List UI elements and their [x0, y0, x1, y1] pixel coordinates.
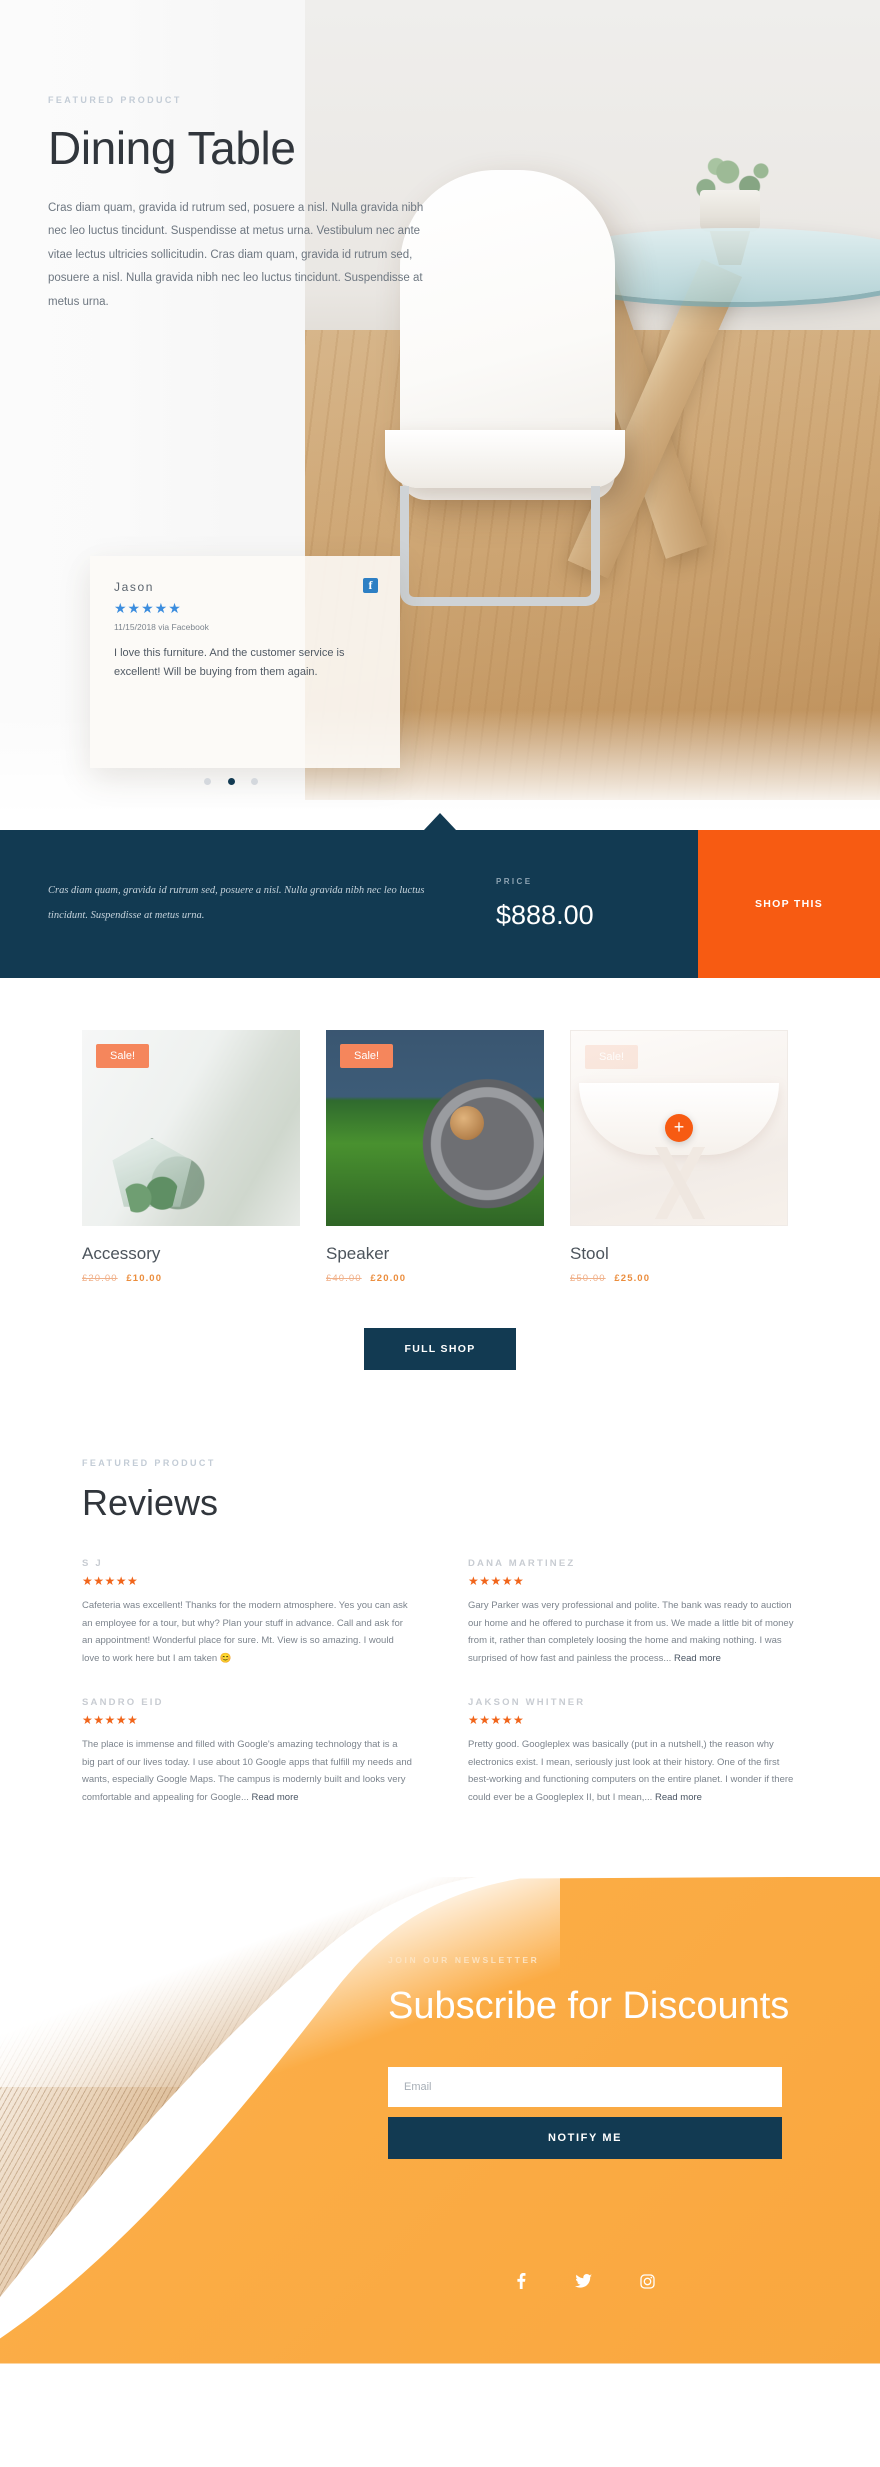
read-more-link[interactable]: Read more	[655, 1792, 702, 1803]
reviews-section: FEATURED PRODUCT Reviews S J ★★★★★ Cafet…	[0, 1370, 880, 1877]
carousel-dot-3[interactable]	[250, 778, 258, 785]
product-new-price: £20.00	[370, 1273, 407, 1284]
products-section: Sale! Accessory £20.00 £10.00 Sale! Spea…	[0, 978, 880, 1370]
price-bar: Cras diam quam, gravida id rutrum sed, p…	[0, 813, 880, 978]
product-old-price: £50.00	[570, 1273, 606, 1284]
review-rating: ★★★★★	[468, 1713, 525, 1728]
sale-badge: Sale!	[96, 1044, 150, 1068]
notify-me-button[interactable]: NOTIFY ME	[388, 2116, 782, 2159]
plus-icon[interactable]: +	[665, 1114, 693, 1142]
review-body: The place is immense and filled with Goo…	[82, 1739, 412, 1803]
price-value: $888.00	[496, 900, 594, 930]
full-shop-button[interactable]: FULL SHOP	[364, 1328, 516, 1370]
review-text: The place is immense and filled with Goo…	[82, 1736, 412, 1806]
product-card-speaker[interactable]: Sale! Speaker £40.00 £20.00	[326, 1030, 544, 1284]
review-body: Pretty good. Googleplex was basically (p…	[468, 1739, 794, 1803]
price-bar-arrow	[424, 813, 456, 830]
hero-description: Cras diam quam, gravida id rutrum sed, p…	[48, 201, 424, 308]
product-card-stool[interactable]: Sale! + Stool £50.00 £25.00	[570, 1030, 788, 1284]
review-text: Gary Parker was very professional and po…	[468, 1597, 798, 1667]
facebook-icon: f	[363, 578, 378, 593]
product-price: £40.00 £20.00	[326, 1273, 544, 1284]
reviews-title: Reviews	[82, 1482, 219, 1523]
product-title: Accessory	[82, 1244, 161, 1263]
reviews-grid: S J ★★★★★ Cafeteria was excellent! Thank…	[82, 1558, 798, 1807]
product-image-accessory: Sale!	[82, 1030, 300, 1226]
testimonial-card: f Jason ★★★★★ 11/15/2018 via Facebook I …	[90, 556, 400, 768]
price-label: PRICE	[496, 877, 533, 886]
product-old-price: £20.00	[82, 1273, 118, 1284]
product-title: Speaker	[326, 1244, 390, 1263]
newsletter-content: JOIN OUR NEWSLETTER Subscribe for Discou…	[388, 1955, 808, 2159]
review-item: JAKSON WHITNER ★★★★★ Pretty good. Google…	[468, 1697, 798, 1806]
product-image-stool: Sale! +	[570, 1030, 788, 1226]
review-item: DANA MARTINEZ ★★★★★ Gary Parker was very…	[468, 1558, 798, 1667]
product-card-accessory[interactable]: Sale! Accessory £20.00 £10.00	[82, 1030, 300, 1284]
review-rating: ★★★★★	[82, 1713, 139, 1728]
carousel-dots	[56, 772, 406, 790]
review-author: S J	[82, 1558, 103, 1569]
newsletter-eyebrow: JOIN OUR NEWSLETTER	[388, 1954, 540, 1965]
twitter-icon[interactable]	[575, 2274, 592, 2288]
price-block: PRICE $888.00	[460, 877, 698, 931]
review-body: Cafeteria was excellent! Thanks for the …	[82, 1600, 408, 1664]
speaker-cone	[450, 1106, 484, 1140]
hero-eyebrow: FEATURED PRODUCT	[48, 95, 182, 105]
page-title: Dining Table	[48, 122, 296, 174]
testimonial-carousel: f Jason ★★★★★ 11/15/2018 via Facebook I …	[56, 520, 406, 785]
read-more-link[interactable]: Read more	[674, 1653, 721, 1664]
stool-legs	[599, 1147, 761, 1219]
product-new-price: £10.00	[126, 1273, 163, 1284]
full-shop-wrapper: FULL SHOP	[0, 1284, 880, 1370]
newsletter-title: Subscribe for Discounts	[388, 1984, 790, 2027]
email-field[interactable]	[388, 2066, 782, 2107]
product-price: £50.00 £25.00	[570, 1273, 788, 1284]
instagram-icon[interactable]	[640, 2274, 656, 2289]
review-text: Cafeteria was excellent! Thanks for the …	[82, 1597, 412, 1667]
sale-badge: Sale!	[340, 1044, 394, 1068]
review-text: Pretty good. Googleplex was basically (p…	[468, 1736, 798, 1806]
reviews-eyebrow: FEATURED PRODUCT	[82, 1458, 216, 1468]
product-title: Stool	[570, 1244, 609, 1263]
product-old-price: £40.00	[326, 1273, 362, 1284]
review-body: Gary Parker was very professional and po…	[468, 1600, 794, 1664]
social-links	[388, 2273, 782, 2291]
terrarium-plants	[121, 1174, 181, 1214]
shop-this-button[interactable]: SHOP THIS	[698, 830, 880, 978]
review-rating: ★★★★★	[82, 1574, 139, 1588]
price-bar-description: Cras diam quam, gravida id rutrum sed, p…	[48, 885, 425, 921]
facebook-icon[interactable]	[515, 2273, 527, 2290]
review-item: S J ★★★★★ Cafeteria was excellent! Thank…	[82, 1558, 412, 1667]
testimonial-body: I love this furniture. And the customer …	[114, 647, 345, 678]
testimonial-rating: ★★★★★	[114, 600, 182, 616]
read-more-link[interactable]: Read more	[252, 1792, 299, 1803]
newsletter-form: NOTIFY ME	[388, 2066, 782, 2159]
hero-copy: FEATURED PRODUCT Dining Table Cras diam …	[48, 95, 448, 314]
newsletter-section: JOIN OUR NEWSLETTER Subscribe for Discou…	[0, 1876, 880, 2364]
carousel-dot-2[interactable]	[227, 778, 235, 785]
product-grid: Sale! Accessory £20.00 £10.00 Sale! Spea…	[0, 1030, 880, 1284]
product-price: £20.00 £10.00	[82, 1273, 300, 1284]
product-new-price: £25.00	[614, 1273, 651, 1284]
white-chair-base	[400, 486, 600, 606]
review-author: JAKSON WHITNER	[468, 1697, 586, 1709]
landing-page: FEATURED PRODUCT Dining Table Cras diam …	[0, 0, 880, 2364]
plant-pot	[700, 190, 760, 232]
carousel-dot-1[interactable]	[204, 778, 212, 785]
testimonial-date: 11/15/2018 via Facebook	[114, 622, 209, 632]
review-author: DANA MARTINEZ	[468, 1558, 576, 1569]
testimonial-author: Jason	[114, 580, 155, 594]
white-chair-seat	[385, 430, 625, 488]
sale-badge: Sale!	[585, 1045, 639, 1069]
hero-section: FEATURED PRODUCT Dining Table Cras diam …	[0, 0, 880, 830]
review-rating: ★★★★★	[468, 1574, 525, 1588]
review-author: SANDRO EID	[82, 1697, 164, 1709]
product-image-speaker: Sale!	[326, 1030, 544, 1226]
review-item: SANDRO EID ★★★★★ The place is immense an…	[82, 1697, 412, 1806]
